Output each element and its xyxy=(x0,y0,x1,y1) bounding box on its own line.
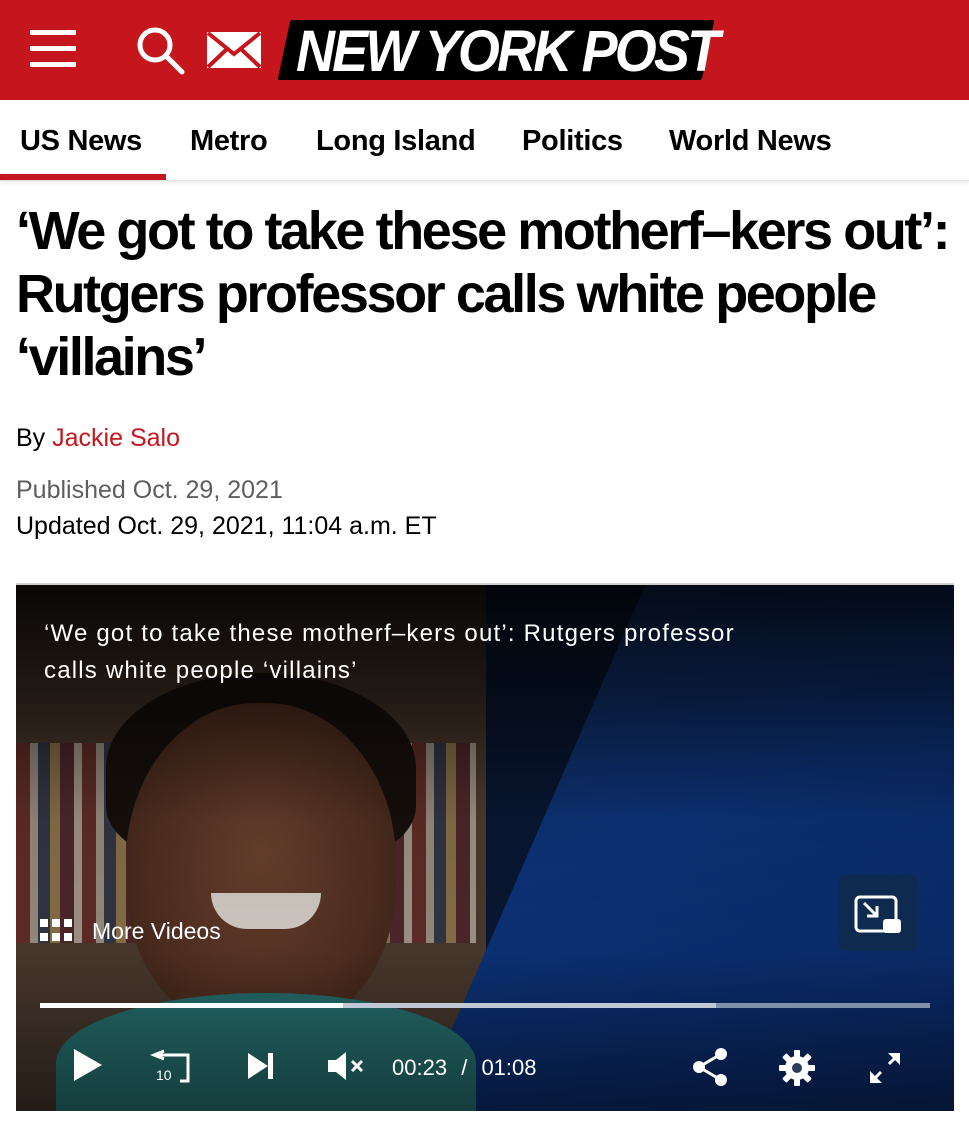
fullscreen-icon[interactable] xyxy=(868,1051,902,1085)
more-videos-button[interactable]: More Videos xyxy=(40,915,221,947)
updated-date: Updated Oct. 29, 2021, 11:04 a.m. ET xyxy=(16,512,437,540)
progress-bar[interactable] xyxy=(40,1003,930,1008)
more-videos-grid-icon xyxy=(40,919,72,943)
tab-politics[interactable]: Politics xyxy=(522,100,623,180)
skip-next-icon[interactable] xyxy=(244,1049,278,1083)
time-separator: / xyxy=(461,1055,468,1080)
skip-back-seconds: 10 xyxy=(156,1067,172,1083)
picture-in-picture-icon xyxy=(854,895,901,933)
current-time: 00:23 xyxy=(392,1055,448,1080)
settings-gear-icon[interactable] xyxy=(778,1049,816,1087)
site-header: NEW YORK POST xyxy=(0,0,969,100)
time-display: 00:23 / 01:08 xyxy=(392,1055,537,1081)
duration: 01:08 xyxy=(481,1055,537,1080)
byline: By Jackie Salo xyxy=(16,424,180,453)
tab-metro[interactable]: Metro xyxy=(190,100,268,180)
mail-icon[interactable] xyxy=(205,30,263,70)
site-logo[interactable]: NEW YORK POST xyxy=(277,14,720,84)
tab-us-news[interactable]: US News xyxy=(0,100,166,180)
progress-played xyxy=(40,1003,343,1008)
volume-muted-icon[interactable] xyxy=(326,1049,368,1083)
video-title: ‘We got to take these motherf–kers out’:… xyxy=(44,620,735,684)
section-nav: US News Metro Long Island Politics World… xyxy=(0,100,969,181)
menu-icon[interactable] xyxy=(30,28,76,68)
replay-10-button[interactable]: 10 xyxy=(149,1045,196,1087)
picture-in-picture-button[interactable] xyxy=(839,875,917,951)
published-date: Published Oct. 29, 2021 xyxy=(16,476,283,504)
search-icon[interactable] xyxy=(134,24,186,76)
byline-prefix: By xyxy=(16,424,46,452)
share-icon[interactable] xyxy=(692,1047,730,1087)
play-icon[interactable] xyxy=(70,1043,106,1087)
logo-text: NEW YORK POST xyxy=(296,19,720,84)
player-top-border xyxy=(16,583,954,585)
tab-world-news[interactable]: World News xyxy=(669,100,832,180)
more-videos-label: More Videos xyxy=(92,917,221,944)
article-headline: ‘We got to take these motherf–kers out’:… xyxy=(16,201,951,387)
author-link[interactable]: Jackie Salo xyxy=(52,424,180,452)
video-player[interactable]: ‘We got to take these motherf–kers out’:… xyxy=(16,583,954,1111)
tab-long-island[interactable]: Long Island xyxy=(316,100,476,180)
